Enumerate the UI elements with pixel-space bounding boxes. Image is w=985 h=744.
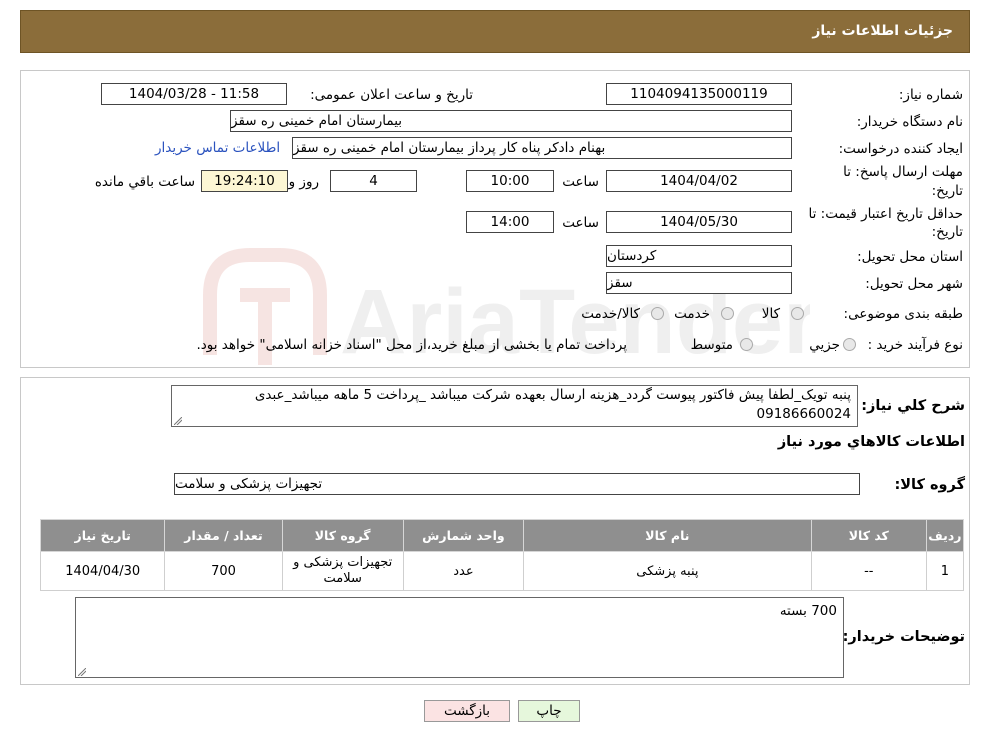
deadline-time-field: 10:00 [466, 170, 554, 192]
cell-code: -- [810, 551, 927, 591]
cell-row: 1 [925, 551, 965, 591]
goods-group-field: تجهیزات پزشکی و سلامت [174, 473, 860, 495]
category-option-service: خدمت [674, 306, 710, 322]
need-number-label: شماره نیاز: [898, 87, 963, 103]
days-field: 4 [330, 170, 417, 192]
cell-need-date: 1404/04/30 [39, 551, 166, 591]
col-quantity: تعداد / مقدار [164, 519, 283, 552]
cell-group: تجهیزات پزشکی و سلامت [281, 551, 404, 591]
description-text: پنبه تویک_لطفا پیش فاکتور پیوست گردد_هزی… [254, 387, 851, 422]
process-label: نوع فرآیند خرید : [867, 337, 963, 353]
remaining-label: ساعت باقي مانده [94, 174, 195, 190]
need-number-field: 1104094135000119 [606, 83, 792, 105]
print-button[interactable]: چاپ [518, 700, 580, 722]
goods-table: رديف کد کالا نام کالا واحد شمارش گروه کا… [39, 519, 965, 591]
buyer-notes-label: توضیحات خریدار: [842, 629, 965, 645]
province-field: کردستان [606, 245, 792, 267]
validity-label: حداقل تاریخ اعتبار قیمت: تا [808, 206, 963, 222]
category-option-goods-service: کالا/خدمت [581, 306, 640, 322]
resize-grip-icon[interactable] [174, 417, 182, 425]
deadline-time-label: ساعت [562, 174, 599, 190]
deadline-date-field: 1404/04/02 [606, 170, 792, 192]
category-radio-service[interactable] [721, 307, 734, 320]
category-radio-goods[interactable] [791, 307, 804, 320]
validity-date-field: 1404/05/30 [606, 211, 792, 233]
cell-quantity: 700 [164, 551, 283, 591]
creator-field: بهنام دادکر پناه کار پرداز بیمارستان اما… [292, 137, 792, 159]
col-need-date: تاریخ نیاز [39, 519, 166, 552]
announce-field: 1404/03/28 - 11:58 [101, 83, 287, 105]
col-unit: واحد شمارش [402, 519, 525, 552]
goods-info-title: اطلاعات کالاهاي مورد نياز [777, 434, 965, 450]
announce-label: تاریخ و ساعت اعلان عمومی: [310, 87, 473, 103]
description-label: شرح کلي نياز: [861, 398, 965, 414]
goods-table-header-row: رديف کد کالا نام کالا واحد شمارش گروه کا… [39, 519, 965, 552]
city-label: شهر محل تحویل: [865, 276, 963, 292]
col-row: رديف [925, 519, 965, 552]
cell-unit: عدد [402, 551, 525, 591]
description-field: پنبه تویک_لطفا پیش فاکتور پیوست گردد_هزی… [171, 385, 858, 427]
creator-label: ایجاد کننده درخواست: [838, 141, 963, 157]
process-note: پرداخت تمام یا بخشی از مبلغ خرید،از محل … [196, 337, 627, 353]
province-label: استان محل تحویل: [857, 249, 963, 265]
category-label: طبقه بندی موضوعی: [843, 306, 963, 322]
col-name: نام کالا [523, 519, 812, 552]
buyer-contact-link[interactable]: اطلاعات تماس خریدار [155, 140, 280, 156]
process-radio-medium[interactable] [740, 338, 753, 351]
process-option-medium: متوسط [690, 337, 733, 353]
process-radio-minor[interactable] [843, 338, 856, 351]
back-button[interactable]: بازگشت [424, 700, 510, 722]
buyer-notes-field: 700 بسته [75, 597, 844, 678]
deadline-label: مهلت ارسال پاسخ: تا [843, 164, 963, 180]
category-radio-goods-service[interactable] [651, 307, 664, 320]
deadline-label-2: تاریخ: [931, 183, 963, 199]
page-header: جزئیات اطلاعات نیاز [20, 10, 970, 53]
validity-time-label: ساعت [562, 215, 599, 231]
process-option-minor: جزيي [809, 337, 840, 353]
days-label: روز و [288, 174, 319, 190]
remaining-time-field: 19:24:10 [201, 170, 288, 192]
goods-group-label: گروه کالا: [894, 477, 965, 493]
validity-time-field: 14:00 [466, 211, 554, 233]
buyer-notes-text: 700 بسته [779, 603, 837, 619]
buyer-org-label: نام دستگاه خریدار: [856, 114, 963, 130]
cell-name: پنبه پزشکی [523, 551, 812, 591]
table-row: 1 -- پنبه پزشکی عدد تجهیزات پزشکی و سلام… [39, 551, 965, 591]
col-code: کد کالا [810, 519, 927, 552]
resize-grip-icon[interactable] [78, 668, 86, 676]
category-option-goods: کالا [761, 306, 780, 322]
validity-label-2: تاریخ: [931, 224, 963, 240]
col-group: گروه کالا [281, 519, 404, 552]
page-title: جزئیات اطلاعات نیاز [812, 23, 953, 39]
city-field: سقز [606, 272, 792, 294]
buyer-org-field: بیمارستان امام خمینی ره سقز [230, 110, 792, 132]
